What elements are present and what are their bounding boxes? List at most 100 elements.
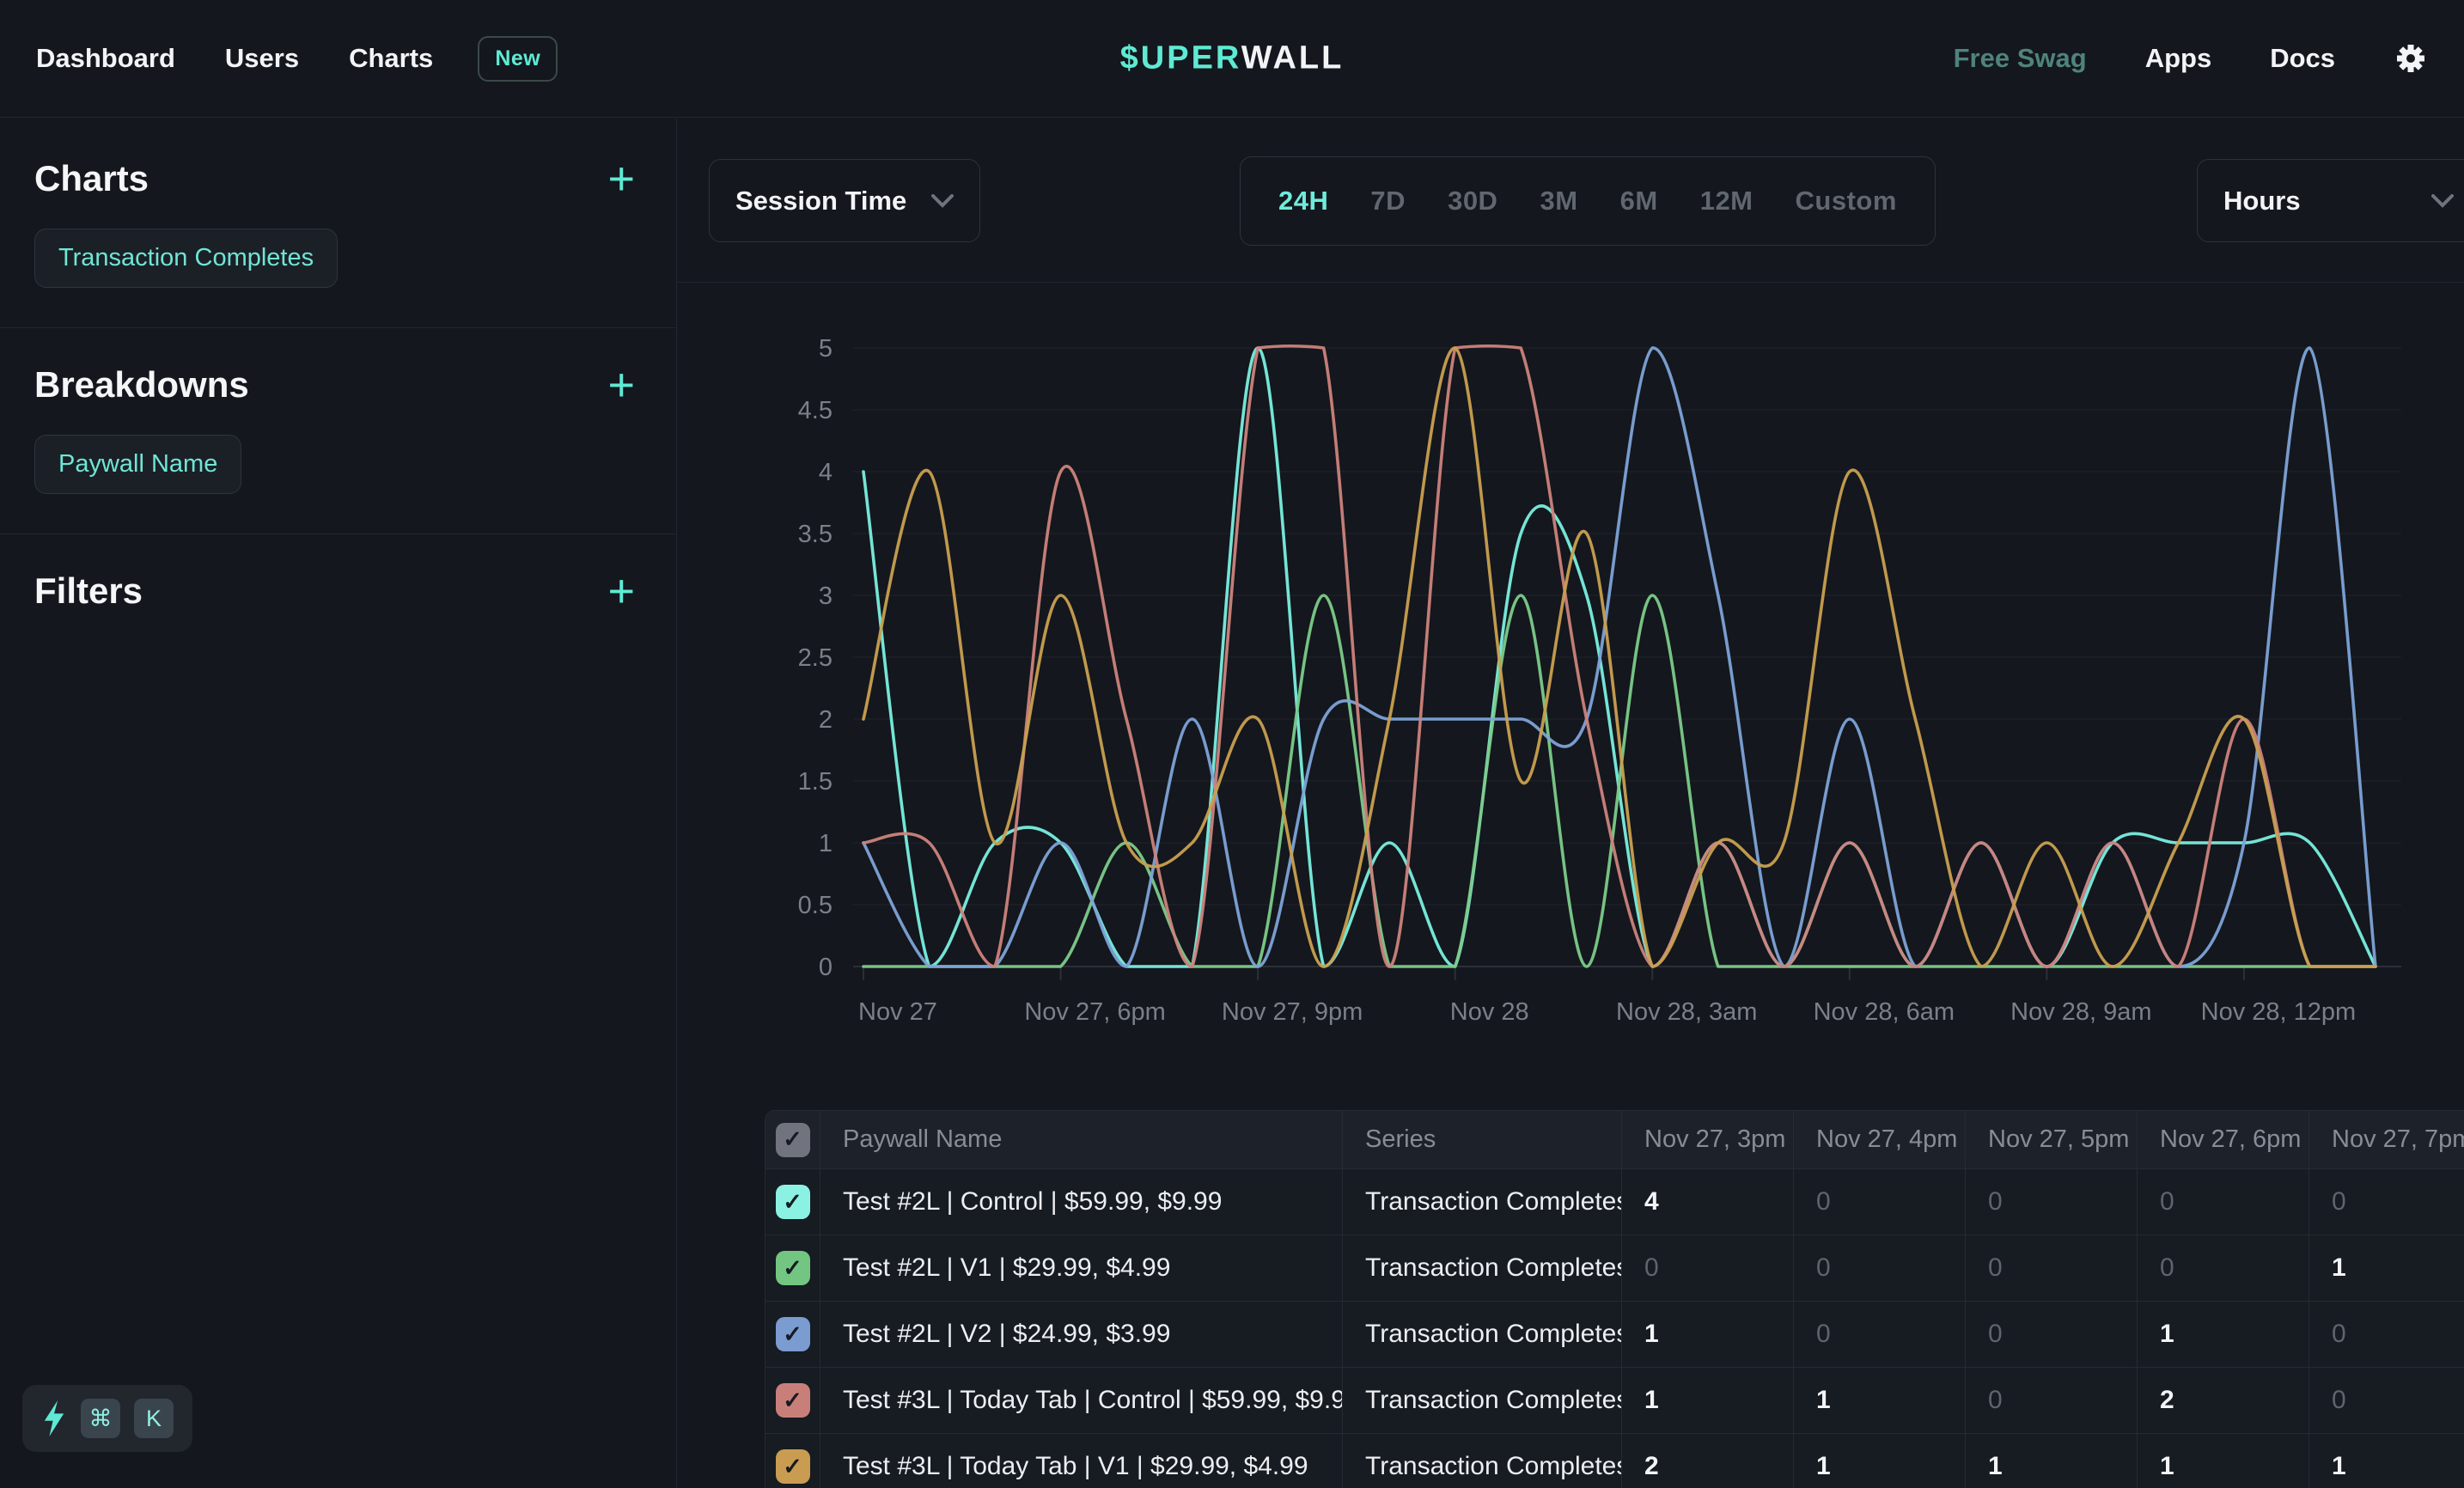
y-axis-label: 3 <box>819 582 833 610</box>
row-select-cell: ✓ <box>765 1302 820 1367</box>
y-axis-label: 1.5 <box>798 768 833 796</box>
column-header-time-5: Nov 27, 7pm <box>2309 1111 2464 1168</box>
nav-item-apps[interactable]: Apps <box>2145 43 2212 74</box>
charts-section-title: Charts <box>34 158 149 199</box>
range-tab-24h[interactable]: 24H <box>1278 186 1328 216</box>
y-axis-label: 1 <box>819 830 833 857</box>
row-checkbox[interactable]: ✓ <box>776 1317 810 1351</box>
series-cell: Transaction Completes <box>1343 1169 1622 1235</box>
row-checkbox[interactable]: ✓ <box>776 1383 810 1418</box>
y-axis-label: 3.5 <box>798 521 833 548</box>
add-filter-button[interactable]: + <box>607 574 635 608</box>
add-chart-button[interactable]: + <box>607 162 635 196</box>
range-tab-3m[interactable]: 3M <box>1540 186 1577 216</box>
series-cell: Transaction Completes <box>1343 1302 1622 1367</box>
value-cell: 1 <box>1622 1368 1794 1433</box>
series-cell: Transaction Completes <box>1343 1434 1622 1488</box>
table-header-row: ✓Paywall NameSeriesNov 27, 3pmNov 27, 4p… <box>765 1111 2464 1169</box>
paywall-name-cell: Test #2L | V1 | $29.99, $4.99 <box>820 1235 1343 1301</box>
value-cell: 0 <box>1966 1235 2138 1301</box>
column-header-series: Series <box>1343 1111 1622 1168</box>
unit-select-value: Hours <box>2223 186 2301 216</box>
range-tab-custom[interactable]: Custom <box>1796 186 1897 216</box>
line-chart[interactable]: 00.511.522.533.544.55Nov 27Nov 27, 6pmNo… <box>737 299 2423 1076</box>
k-keycap: K <box>134 1399 174 1438</box>
value-cell: 0 <box>1966 1169 2138 1235</box>
paywall-name-cell: Test #3L | Today Tab | V1 | $29.99, $4.9… <box>820 1434 1343 1488</box>
series-cell: Transaction Completes <box>1343 1368 1622 1433</box>
range-tab-7d[interactable]: 7D <box>1370 186 1406 216</box>
nav-right-group: Free Swag Apps Docs <box>1954 41 2428 76</box>
time-range-tabs: 24H 7D 30D 3M 6M 12M Custom <box>1240 156 1936 246</box>
row-select-cell: ✓ <box>765 1169 820 1235</box>
table-row: ✓ Test #3L | Today Tab | Control | $59.99… <box>765 1368 2464 1434</box>
value-cell: 1 <box>1794 1434 1966 1488</box>
cmd-keycap: ⌘ <box>81 1399 120 1438</box>
paywall-name-cell: Test #2L | Control | $59.99, $9.99 <box>820 1169 1343 1235</box>
sidebar-section-breakdowns: Breakdowns + Paywall Name <box>0 328 676 534</box>
value-cell: 4 <box>1622 1169 1794 1235</box>
lightning-bolt-icon <box>41 1400 67 1436</box>
metric-select[interactable]: Session Time <box>709 159 980 242</box>
logo-accent-text: $UPER <box>1120 40 1241 76</box>
row-checkbox[interactable]: ✓ <box>776 1185 810 1219</box>
value-cell: 0 <box>1966 1302 2138 1367</box>
x-axis-label: Nov 27 <box>858 998 937 1026</box>
column-header-time-4: Nov 27, 6pm <box>2138 1111 2309 1168</box>
logo-rest-text: WALL <box>1241 40 1345 76</box>
value-cell: 1 <box>2138 1302 2309 1367</box>
value-cell: 0 <box>2138 1235 2309 1301</box>
x-axis-label: Nov 28, 6am <box>1814 998 1955 1026</box>
command-palette-shortcut[interactable]: ⌘ K <box>22 1385 192 1452</box>
y-axis-label: 4.5 <box>798 397 833 424</box>
nav-item-dashboard[interactable]: Dashboard <box>36 43 175 74</box>
range-tab-12m[interactable]: 12M <box>1700 186 1753 216</box>
unit-select[interactable]: Hours <box>2197 159 2464 242</box>
paywall-name-cell: Test #3L | Today Tab | Control | $59.99,… <box>820 1368 1343 1433</box>
add-breakdown-button[interactable]: + <box>607 368 635 402</box>
y-axis-label: 2 <box>819 706 833 734</box>
value-cell: 0 <box>2309 1368 2464 1433</box>
nav-item-docs[interactable]: Docs <box>2270 43 2335 74</box>
value-cell: 0 <box>2309 1302 2464 1367</box>
range-tab-6m[interactable]: 6M <box>1620 186 1658 216</box>
value-cell: 1 <box>2309 1434 2464 1488</box>
nav-item-users[interactable]: Users <box>225 43 299 74</box>
nav-item-charts[interactable]: Charts <box>349 43 433 74</box>
paywall-name-cell: Test #2L | V2 | $24.99, $3.99 <box>820 1302 1343 1367</box>
series-data-table: ✓Paywall NameSeriesNov 27, 3pmNov 27, 4p… <box>765 1110 2464 1488</box>
settings-gear-icon[interactable] <box>2394 41 2428 76</box>
y-axis-label: 0.5 <box>798 892 833 919</box>
value-cell: 2 <box>1622 1434 1794 1488</box>
row-select-cell: ✓ <box>765 1235 820 1301</box>
sidebar: Charts + Transaction Completes Breakdown… <box>0 119 677 1488</box>
value-cell: 1 <box>2309 1235 2464 1301</box>
x-axis-label: Nov 28, 12pm <box>2201 998 2357 1026</box>
row-checkbox[interactable]: ✓ <box>776 1449 810 1484</box>
row-checkbox[interactable]: ✓ <box>776 1251 810 1285</box>
table-row: ✓Test #2L | V1 | $29.99, $4.99Transactio… <box>765 1235 2464 1302</box>
column-header-time-3: Nov 27, 5pm <box>1966 1111 2138 1168</box>
chip-transaction-completes[interactable]: Transaction Completes <box>34 229 338 288</box>
x-axis-label: Nov 28, 3am <box>1616 998 1757 1026</box>
x-axis-label: Nov 27, 6pm <box>1024 998 1165 1026</box>
chip-paywall-name[interactable]: Paywall Name <box>34 435 241 494</box>
y-axis-label: 5 <box>819 335 833 363</box>
nav-item-free-swag[interactable]: Free Swag <box>1954 43 2087 74</box>
chevron-down-icon <box>931 194 954 208</box>
table-row: ✓ Test #2L | V2 | $24.99, $3.99Transactio… <box>765 1302 2464 1368</box>
filters-section-title: Filters <box>34 570 143 612</box>
table-row: ✓ Test #3L | Today Tab | V1 | $29.99, $4.… <box>765 1434 2464 1488</box>
x-axis-label: Nov 27, 9pm <box>1222 998 1363 1026</box>
row-select-cell: ✓ <box>765 1368 820 1433</box>
range-tab-30d[interactable]: 30D <box>1448 186 1497 216</box>
sidebar-section-filters: Filters + <box>0 534 676 651</box>
select-all-checkbox[interactable]: ✓ <box>776 1123 810 1157</box>
sidebar-section-charts: Charts + Transaction Completes <box>0 119 676 327</box>
select-all-cell: ✓ <box>765 1111 820 1168</box>
top-nav: Dashboard Users Charts New $UPERWALL Fre… <box>0 0 2464 118</box>
value-cell: 0 <box>1794 1235 1966 1301</box>
value-cell: 0 <box>2138 1169 2309 1235</box>
column-header-paywall-name: Paywall Name <box>820 1111 1343 1168</box>
x-axis-label: Nov 28, 9am <box>2010 998 2151 1026</box>
